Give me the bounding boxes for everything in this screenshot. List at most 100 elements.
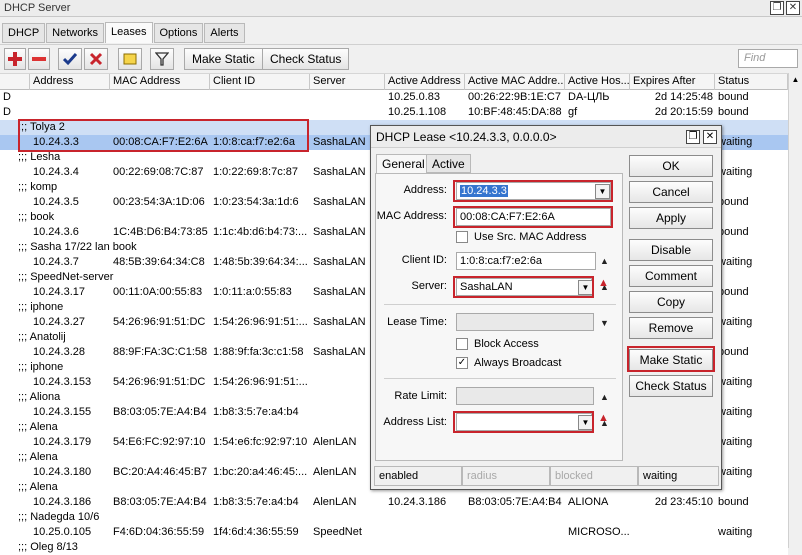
use-src-mac-checkbox[interactable] <box>456 231 468 243</box>
dialog-make-static-button[interactable]: Make Static <box>629 349 713 371</box>
add-button[interactable] <box>4 48 26 70</box>
col-client-id[interactable]: Client ID <box>210 74 310 90</box>
cell-status: waiting <box>718 376 753 388</box>
remove-button[interactable] <box>28 48 50 70</box>
find-input[interactable]: Find <box>738 49 798 68</box>
comment-text: ;;; iphone <box>18 301 64 313</box>
address-field[interactable]: 10.24.3.3 <box>456 182 611 200</box>
cell-status: waiting <box>718 526 753 538</box>
col-flags[interactable] <box>0 74 30 90</box>
col-mac[interactable]: MAC Address <box>110 74 210 90</box>
cell-mac: B8:03:05:7E:A4:B4 <box>113 496 207 508</box>
dialog-tab-general[interactable]: General <box>376 154 431 174</box>
rate-limit-field[interactable] <box>456 387 594 405</box>
tab-dhcp[interactable]: DHCP <box>2 23 46 43</box>
table-row[interactable]: D 10.25.0.83 00:26:22:9B:1E:C7 DA-ЦЛЬ 2d 14:… <box>0 90 788 105</box>
rate-limit-label: Rate Limit: <box>394 390 447 402</box>
client-id-toggle-icon[interactable]: ▲ <box>600 256 609 266</box>
cell-cid: 1:88:9f:fa:3c:c1:58 <box>213 346 304 358</box>
cell-cid: 1:1c:4b:d6:b4:73:... <box>213 226 308 238</box>
apply-button[interactable]: Apply <box>629 207 713 229</box>
cell-status: bound <box>718 496 749 508</box>
dialog-close-button[interactable]: ✕ <box>703 130 717 144</box>
col-active-mac[interactable]: Active MAC Addre... <box>465 74 565 90</box>
cell-status: waiting <box>718 316 753 328</box>
comment-button[interactable] <box>118 48 142 70</box>
plus-icon <box>8 52 22 66</box>
disable-lease-button[interactable]: Disable <box>629 239 713 261</box>
cell-srv: AlenLAN <box>313 496 357 508</box>
rate-limit-toggle-icon[interactable]: ▲ <box>600 392 609 402</box>
cell-status: bound <box>718 106 749 118</box>
dialog-restore-button[interactable]: ❐ <box>686 130 700 144</box>
ok-button[interactable]: OK <box>629 155 713 177</box>
disable-button[interactable] <box>84 48 108 70</box>
comment-lease-button[interactable]: Comment <box>629 265 713 287</box>
tab-leases[interactable]: Leases <box>105 22 153 43</box>
cell-status: bound <box>718 286 749 298</box>
cell-status: bound <box>718 91 749 103</box>
block-access-checkbox[interactable] <box>456 338 468 350</box>
enable-button[interactable] <box>58 48 82 70</box>
comment-row[interactable]: ;;; Nadegda 10/6 <box>0 510 788 525</box>
cell-ahost: ALIONA <box>568 496 609 508</box>
dialog-check-status-button[interactable]: Check Status <box>629 375 713 397</box>
cancel-button[interactable]: Cancel <box>629 181 713 203</box>
table-row[interactable]: 10.25.0.105 F4:6D:04:36:55:59 1f4:6d:4:36:… <box>0 525 788 540</box>
vertical-scrollbar[interactable]: ▲ <box>788 73 802 548</box>
separator <box>384 378 616 379</box>
cell-amac: B8:03:05:7E:A4:B4 <box>468 496 562 508</box>
always-broadcast-checkbox[interactable]: ✓ <box>456 357 468 369</box>
tab-networks[interactable]: Networks <box>46 23 105 43</box>
cell-cid: 1:54:e6:fc:92:97:10 <box>213 436 308 448</box>
cell-aaddr: 10.24.3.186 <box>388 496 447 508</box>
dialog-status-bar: enabled radius blocked waiting <box>374 466 719 486</box>
col-active-address[interactable]: Active Address <box>385 74 465 90</box>
tab-options[interactable]: Options <box>153 23 204 43</box>
close-window-button[interactable]: ✕ <box>786 1 800 15</box>
comment-text: ;;; book <box>18 211 55 223</box>
mac-field[interactable]: 00:08:CA:F7:E2:6A <box>456 208 611 226</box>
address-list-select[interactable] <box>456 413 592 431</box>
comment-text: ;;; iphone <box>18 361 64 373</box>
comment-text: ;;; Alena <box>18 451 58 463</box>
remove-lease-button[interactable]: Remove <box>629 317 713 339</box>
client-id-field[interactable]: 1:0:8:ca:f7:e2:6a <box>456 252 596 270</box>
cell-addr: 10.24.3.153 <box>33 376 92 388</box>
cell-ahost: gf <box>568 106 578 118</box>
address-dropdown-icon[interactable]: ▼ <box>595 184 610 199</box>
col-address[interactable]: Address <box>30 74 110 90</box>
comment-text: ;;; Sasha 17/22 lan book <box>18 241 137 253</box>
col-status[interactable]: Status <box>715 74 788 90</box>
cell-mac: 00:11:0A:00:55:83 <box>113 286 203 298</box>
address-list-dropdown-icon[interactable]: ▼ <box>578 415 593 430</box>
cell-aaddr: 10.25.0.83 <box>388 91 440 103</box>
restore-window-button[interactable]: ❐ <box>770 1 784 15</box>
copy-button[interactable]: Copy <box>629 291 713 313</box>
server-dropdown-icon[interactable]: ▼ <box>578 280 593 295</box>
lease-time-dropdown-icon[interactable]: ▼ <box>600 318 609 328</box>
filter-button[interactable] <box>150 48 174 70</box>
cell-exp: 2d 14:25:48 <box>654 91 713 103</box>
cell-cid: 1:bc:20:a4:46:45:... <box>213 466 308 478</box>
col-active-host[interactable]: Active Hos... <box>565 74 630 90</box>
tab-alerts[interactable]: Alerts <box>204 23 245 43</box>
check-status-button[interactable]: Check Status <box>262 48 350 70</box>
col-expires[interactable]: Expires After <box>630 74 715 90</box>
status-radius: radius <box>462 466 550 486</box>
table-row[interactable]: D 10.25.1.108 10:BF:48:45:DA:88 gf 2d 20:15:… <box>0 105 788 120</box>
server-select[interactable]: SashaLAN <box>456 278 592 296</box>
make-static-button[interactable]: Make Static <box>184 48 263 70</box>
window-title: DHCP Server <box>4 2 71 14</box>
comment-text: ;;; Anatolij <box>18 331 66 343</box>
cell-addr: 10.24.3.28 <box>33 346 85 358</box>
dialog-tab-active[interactable]: Active <box>426 154 471 173</box>
cell-cid: 1:54:26:96:91:51:... <box>213 376 308 388</box>
lease-time-field[interactable] <box>456 313 594 331</box>
col-server[interactable]: Server <box>310 74 385 90</box>
table-row[interactable]: 10.24.3.186 B8:03:05:7E:A4:B4 1:b8:3:5:7e:… <box>0 495 788 510</box>
block-access-label: Block Access <box>474 338 539 350</box>
scroll-up-icon[interactable]: ▲ <box>789 73 802 87</box>
dhcp-lease-dialog: DHCP Lease <10.24.3.3, 0.0.0.0> ❐ ✕ Gene… <box>370 125 722 490</box>
cell-addr: 10.24.3.6 <box>33 226 79 238</box>
